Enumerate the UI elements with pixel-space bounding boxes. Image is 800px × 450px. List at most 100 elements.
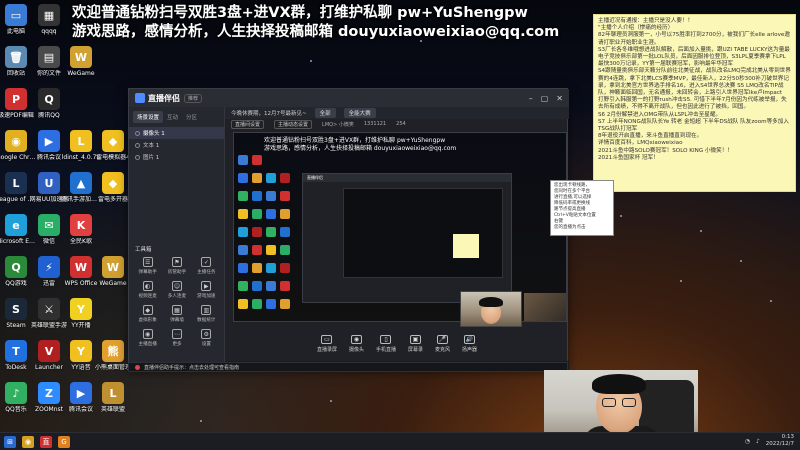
minimize-icon[interactable]: – (529, 94, 533, 103)
desktop-icon-glyph: Q (38, 88, 60, 110)
desktop-icon[interactable]: L 英雄联盟 (93, 382, 133, 430)
desktop-icon-glyph: ✉ (38, 214, 60, 236)
preview-desktop-icon (266, 263, 276, 273)
tab-0[interactable]: 场景设置 (133, 111, 164, 123)
room-settings-button[interactable]: 直播间设置 (231, 119, 265, 129)
tip-popup[interactable]: 您出现卡顿线路， 您同时在多个平台 进行直播,可以选择 降低码率或更换线 路节点提高直播… (550, 180, 614, 236)
source-control[interactable]: 🔊 扬声器 (462, 335, 477, 353)
scene-label: 文本 1 (143, 143, 160, 149)
viewer-count: 1331121 (363, 121, 387, 127)
tool-button[interactable]: ☰ 弹幕助手 (133, 257, 162, 275)
toolbox-grid: ☰ 弹幕助手 ⚑ 房管助手 ✓ 主播任务 ◐ 视频连麦 ☺ 多人连麦 ▶ 游戏加速 ◆ 虚拟形象 ▦ 弹幕墙 ▥… (133, 257, 221, 347)
sticky-line: 2021斗鱼中路SOLO赛冠军！SOLO KING 小微笑！！ (598, 147, 733, 154)
desktop-icon[interactable]: 熊小熊桌面管理 (93, 340, 133, 388)
nested-preview (343, 188, 503, 278)
tab-2[interactable]: 分区 (182, 111, 201, 123)
taskbar-start-icon[interactable]: ⊞ (4, 435, 16, 448)
scene-label: 摄像头 1 (143, 131, 165, 137)
tool-button[interactable]: ◉ 主播直播 (133, 329, 162, 347)
control-icon: ▭ (321, 335, 333, 344)
taskbar-app-g-icon[interactable]: G (58, 435, 70, 448)
taskbar-apps: ⊞ ◉ 直 G (4, 435, 70, 448)
source-control[interactable]: ▣ 屏幕录 (408, 335, 423, 353)
volume-icon[interactable]: ♪ (756, 438, 760, 445)
anchor-settings-button[interactable]: 主播动态设置 (274, 119, 313, 129)
sticky-line: 2021斗鱼国家杯 冠军！ (598, 154, 659, 161)
preview-desktop-icon (266, 299, 276, 309)
preview-desktop-icon (280, 173, 290, 183)
desktop-icon-glyph: ⚔ (38, 298, 60, 320)
close-icon[interactable]: ✕ (556, 94, 563, 103)
tool-button[interactable]: ✓ 主播任务 (192, 257, 221, 275)
network-icon[interactable]: ◔ (745, 438, 750, 445)
tool-button[interactable]: ☺ 多人连麦 (162, 281, 191, 299)
sticky-line: S6 2月份解禁进入OMG带队从LSPL冲击至星耀。 (598, 111, 722, 118)
preview-desktop-icon (238, 155, 248, 165)
tool-button[interactable]: ◆ 虚拟形象 (133, 305, 162, 323)
scene-item[interactable]: 文本 1 (129, 139, 224, 151)
tab-1[interactable]: 互动 (163, 111, 182, 123)
eye-icon[interactable] (135, 130, 140, 136)
preview-desktop-icon (252, 281, 262, 291)
source-control[interactable]: ◉ 摄像头 (349, 335, 364, 353)
desktop-icon-glyph: ▶ (38, 130, 60, 152)
source-control[interactable]: ▭ 直播录屏 (317, 335, 337, 353)
star-decoration (620, 215, 622, 217)
app-version-badge[interactable]: 推荐 (184, 93, 203, 103)
star-decoration (770, 300, 772, 302)
room-name: LMQ> 小微笑 (322, 121, 354, 128)
sticky-note[interactable]: 主播近况有通报：主播只是没人要！！ "主播个人介绍（惨痛的经历） 82年聊理员洞服第… (593, 14, 796, 192)
scene-item[interactable]: 摄像头 1 (129, 127, 224, 139)
app-titlebar[interactable]: 直播伴侣 推荐 – ▢ ✕ (129, 89, 569, 107)
tool-button[interactable]: ⚑ 房管助手 (162, 257, 191, 275)
desktop-icon-glyph: ▤ (38, 46, 60, 68)
desktop-icon[interactable]: W WeGame (93, 256, 133, 304)
desktop-icon-glyph: L (5, 172, 27, 194)
tool-button[interactable]: ⋯ 更多 (162, 329, 191, 347)
desktop-icon-glyph: ◉ (5, 130, 27, 152)
tool-button[interactable]: ▥ 数据统计 (192, 305, 221, 323)
tool-icon: ⋯ (171, 329, 182, 339)
desktop-icon[interactable]: ◆ 雷电模拟器4 (93, 130, 133, 178)
tool-button[interactable]: ▶ 游戏加速 (192, 281, 221, 299)
eye-icon[interactable] (135, 154, 140, 160)
tool-button[interactable]: ⚙ 设置 (192, 329, 221, 347)
tool-button[interactable]: ▦ 弹幕墙 (162, 305, 191, 323)
desktop-icon[interactable]: Q 腾讯QQ (29, 88, 69, 136)
taskbar-app-red-icon[interactable]: 直 (40, 435, 52, 448)
desktop-icon-label: WeGame (67, 70, 95, 77)
desktop-icon[interactable]: ▦ qqqq (29, 4, 69, 52)
control-icon: ▯ (380, 335, 392, 344)
desktop-icon-label: qqqq (41, 28, 57, 35)
nested-app-preview: 直播伴侣 (302, 173, 512, 303)
tool-button[interactable]: ◐ 视频连麦 (133, 281, 162, 299)
desktop-icon-glyph: K (70, 214, 92, 236)
nested-sticky-note (453, 234, 479, 258)
sticky-line: 打野引入韩服第一的打野rush冲击S5. 可惜下半年7月份因为代练被举报，失去所… (598, 97, 787, 111)
sidebar-tabs: 场景设置 互动 分区 (129, 107, 224, 127)
preview-desktop-icon (252, 209, 262, 219)
tool-label: 更多 (172, 342, 182, 347)
clock[interactable]: 0:13 2022/12/7 (766, 434, 794, 448)
eye-icon[interactable] (135, 142, 140, 148)
preview-desktop-icon (266, 191, 276, 201)
maximize-icon[interactable]: ▢ (541, 94, 549, 103)
preview-desktop-icon (266, 281, 276, 291)
taskbar-chrome-icon[interactable]: ◉ (22, 435, 34, 448)
control-label: 摄像头 (348, 347, 364, 353)
scene-item[interactable]: 图片 1 (129, 151, 224, 163)
filter-all-button[interactable]: 全部 (314, 108, 336, 118)
preview-desktop-icon (252, 173, 262, 183)
desktop-icon[interactable]: ◆ 雷电多开器 (93, 172, 133, 220)
desktop-icon[interactable]: K 全民K歌 (61, 214, 101, 262)
source-control[interactable]: ▯ 手机直播 (376, 335, 396, 353)
tool-icon: ◆ (142, 305, 153, 315)
contest-button[interactable]: 全能大赛 (343, 108, 376, 118)
assistant-notice-bar[interactable]: 直播伴侣助手提示：点击去处理可查看指南 (128, 362, 568, 372)
preview-desktop-icon (280, 191, 290, 201)
desktop-icon[interactable]: W WeGame (61, 46, 101, 94)
desktop-icon[interactable]: Y YY开播 (61, 298, 101, 346)
source-control[interactable]: 🎤 麦克风 (435, 335, 450, 353)
preview-webcam (524, 293, 566, 321)
control-icon: 🎤 (437, 335, 449, 344)
